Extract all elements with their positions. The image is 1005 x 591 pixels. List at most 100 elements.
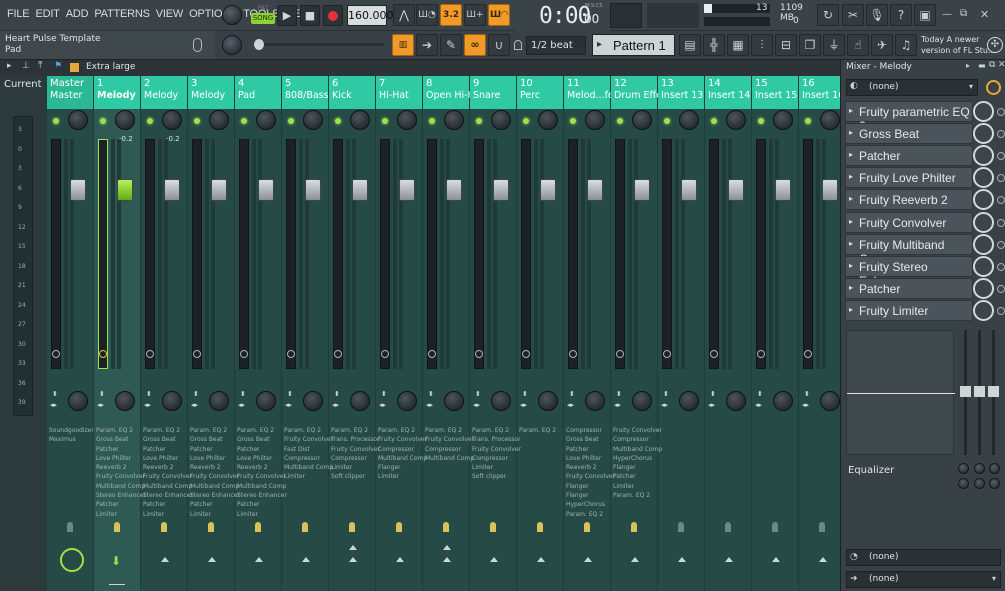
pan-knob[interactable] xyxy=(162,110,182,130)
mute-led[interactable] xyxy=(758,118,764,124)
blend-notes-icon[interactable]: Ш+ xyxy=(464,4,486,26)
arrow-tool-icon[interactable]: ➔ xyxy=(416,34,438,56)
slot-enable-led[interactable] xyxy=(997,174,1005,183)
fader-track[interactable] xyxy=(51,139,61,369)
mute-led[interactable] xyxy=(100,118,106,124)
mute-led[interactable] xyxy=(664,118,670,124)
stereo-separation-knob[interactable] xyxy=(538,391,558,411)
stereo-separation-knob[interactable] xyxy=(209,391,229,411)
stereo-arrows-icon[interactable]: ◂▸ xyxy=(661,401,668,409)
mute-led[interactable] xyxy=(429,118,435,124)
pan-knob[interactable] xyxy=(726,110,746,130)
route-arrow-icon[interactable] xyxy=(725,557,733,562)
swap-arrows-icon[interactable]: ⬍ xyxy=(52,390,58,398)
channel-rack-icon[interactable]: ╬ xyxy=(703,34,725,56)
master-volume-knob[interactable] xyxy=(222,5,242,25)
mixer-channel-11[interactable]: 11Melod...fects⬍◂▸CompressorGross BeatPa… xyxy=(564,76,615,591)
send-knob[interactable] xyxy=(302,522,308,532)
volume-fader[interactable] xyxy=(70,179,86,201)
output-selector-2[interactable]: ➜ (none) ▾ xyxy=(846,571,1001,588)
stereo-arrows-icon[interactable]: ◂▸ xyxy=(708,401,715,409)
channel-header[interactable]: 5 808/Bass xyxy=(282,76,329,109)
menu-arrow-icon[interactable]: ▸ xyxy=(7,61,12,71)
plugin-picker-icon[interactable]: ⏚ xyxy=(823,34,845,56)
channel-header[interactable]: 14 Insert 14 xyxy=(705,76,751,109)
clock-icon[interactable] xyxy=(193,350,201,358)
slot-enable-led[interactable] xyxy=(997,108,1005,116)
effect-slot[interactable]: ▸Fruity Stereo Enhancer xyxy=(845,255,1005,288)
pan-knob[interactable] xyxy=(350,110,370,130)
master-pitch-slider[interactable] xyxy=(254,39,384,50)
fader-track[interactable] xyxy=(662,139,672,369)
pan-knob[interactable] xyxy=(68,110,88,130)
mute-led[interactable] xyxy=(570,118,576,124)
route-arrow-icon[interactable] xyxy=(537,557,545,562)
mixer-channel-2[interactable]: 2 Melody -0.2 ⬍ ◂▸ Param. EQ 2 Gross Beat Patch… xyxy=(141,76,193,591)
volume-fader[interactable] xyxy=(634,179,650,201)
channel-header[interactable]: 13 Insert 13 xyxy=(658,76,704,109)
volume-fader[interactable] xyxy=(775,179,791,201)
effect-slot[interactable]: ▸Fruity parametric EQ 2 xyxy=(845,101,1005,133)
volume-fader[interactable] xyxy=(446,179,462,201)
send-knob[interactable] xyxy=(161,522,167,532)
pan-knob[interactable] xyxy=(209,110,229,130)
help-icon[interactable]: ? xyxy=(890,4,912,26)
mute-led[interactable] xyxy=(805,118,811,124)
stereo-arrows-icon[interactable]: ◂▸ xyxy=(755,401,762,409)
route-arrow-icon[interactable] xyxy=(631,557,639,562)
mute-led[interactable] xyxy=(288,118,294,124)
slot-enable-led[interactable] xyxy=(997,306,1005,315)
effect-slot[interactable]: ▸ Fruity Reeverb 2 xyxy=(845,189,1005,211)
stereo-separation-knob[interactable] xyxy=(444,391,464,411)
menu-view[interactable]: VIEW xyxy=(153,8,186,20)
channel-header[interactable]: 11Melod...fects xyxy=(564,76,611,109)
pan-knob[interactable] xyxy=(679,110,699,130)
clock-icon[interactable] xyxy=(99,350,107,358)
mixer-channel-5[interactable]: 5 808/Bass ⬍ ◂▸ Param. EQ 2 Fruity Convolver F… xyxy=(282,76,333,591)
send-knob[interactable] xyxy=(490,522,496,532)
clock-icon[interactable] xyxy=(522,350,530,358)
cut-tool-icon[interactable]: ✂ xyxy=(842,4,864,26)
input-selector[interactable]: ◐ (none) ▾ xyxy=(846,79,978,96)
link-tool-button[interactable]: ∞ xyxy=(464,34,486,56)
fader-track[interactable] xyxy=(192,139,202,369)
stereo-arrows-icon[interactable]: ◂▸ xyxy=(50,401,57,409)
clock-icon[interactable] xyxy=(616,350,624,358)
slot-mix-knob[interactable] xyxy=(973,255,994,277)
master-pitch-knob[interactable] xyxy=(222,35,242,55)
send-knob[interactable] xyxy=(772,522,778,532)
volume-fader[interactable] xyxy=(305,179,321,201)
mixer-channel-10[interactable]: 10 Perc ⬍ ◂▸ Param. EQ 2 xyxy=(517,76,564,591)
step-edit-box[interactable] xyxy=(610,3,642,28)
mixer-channel-15[interactable]: 15 Insert 15 ⬍ ◂▸ xyxy=(752,76,799,591)
countdown-button[interactable]: 3.2 xyxy=(440,4,462,26)
mute-led[interactable] xyxy=(241,118,247,124)
fader-track[interactable] xyxy=(803,139,813,369)
clock-icon[interactable] xyxy=(287,350,295,358)
channel-header[interactable]: Master Master xyxy=(47,76,93,109)
channel-header[interactable]: 7 Hi-Hat xyxy=(376,76,422,109)
stereo-separation-knob[interactable] xyxy=(397,391,417,411)
panel-restore-icon[interactable]: ⧉ xyxy=(989,60,995,70)
eq-knobs[interactable] xyxy=(946,463,1001,493)
stop-button[interactable]: ■ xyxy=(300,5,320,26)
mute-led[interactable] xyxy=(382,118,388,124)
volume-fader[interactable] xyxy=(540,179,556,201)
volume-fader[interactable] xyxy=(352,179,368,201)
channel-header[interactable]: 16 Insert 16 xyxy=(799,76,845,109)
clock-icon[interactable] xyxy=(381,350,389,358)
mute-led[interactable] xyxy=(335,118,341,124)
send-knob[interactable] xyxy=(349,522,355,532)
menu-file[interactable]: FILE xyxy=(4,8,32,20)
piano-roll-icon[interactable]: ▦ xyxy=(727,34,749,56)
panel-menu-icon[interactable]: ▸ xyxy=(966,61,970,70)
pan-knob[interactable] xyxy=(632,110,652,130)
stereo-separation-knob[interactable] xyxy=(632,391,652,411)
fader-track[interactable] xyxy=(709,139,719,369)
pencil-tool-icon[interactable]: ✎ xyxy=(440,34,462,56)
mixer-channel-16[interactable]: 16 Insert 16 ⬍ ◂▸ xyxy=(799,76,846,591)
swap-arrows-icon[interactable]: ⬍ xyxy=(616,390,622,398)
browser-icon[interactable]: ❐ xyxy=(799,34,821,56)
swap-arrows-icon[interactable]: ⬍ xyxy=(663,390,669,398)
effect-slot[interactable]: ▸ Fruity Convolver xyxy=(845,211,1005,233)
